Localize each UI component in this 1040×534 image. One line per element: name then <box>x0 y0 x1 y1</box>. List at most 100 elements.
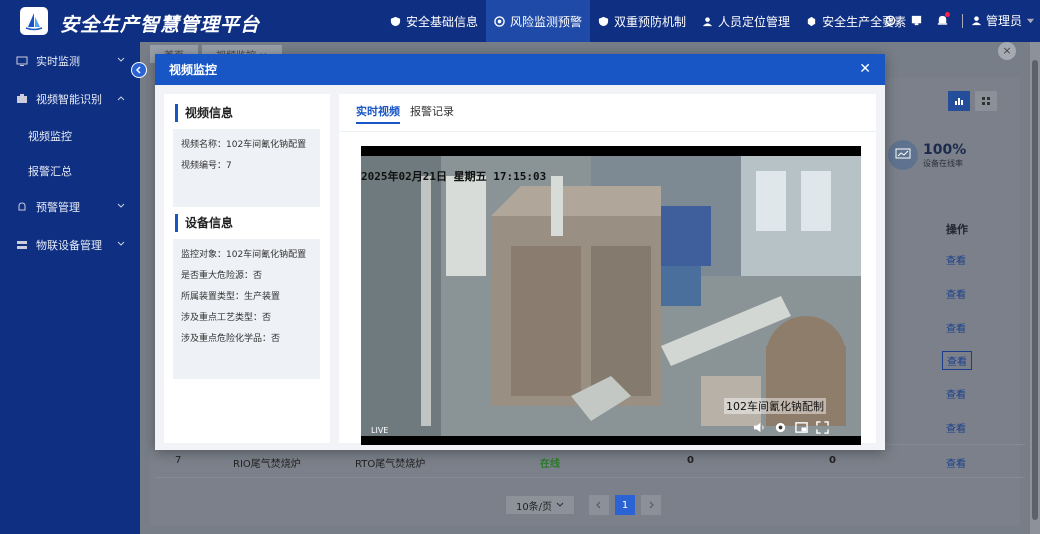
sidebar-item-warning[interactable]: 预警管理 <box>0 188 140 226</box>
row-status: 在线 <box>540 459 560 470</box>
settings-gear-icon[interactable] <box>884 14 897 27</box>
close-tabs-button[interactable]: × <box>998 42 1016 60</box>
grid-icon <box>982 97 990 105</box>
page-number[interactable]: 1 <box>615 495 635 515</box>
sidebar-item-label: 视频智能识别 <box>36 93 102 106</box>
modal-title: 视频监控 <box>169 63 218 77</box>
message-icon[interactable] <box>910 14 923 27</box>
view-link[interactable]: 查看 <box>946 455 966 470</box>
bell-icon <box>18 202 26 211</box>
major-hazard: 是否重大危险源：否 <box>181 271 263 281</box>
video-name: 视频名称：102车间氰化钠配置 <box>181 140 307 150</box>
pip-icon[interactable] <box>795 421 808 434</box>
sidebar-collapse-button[interactable] <box>131 62 147 78</box>
row-value-a: 0 <box>687 455 694 466</box>
fullscreen-icon[interactable] <box>816 421 829 434</box>
view-link[interactable]: 查看 <box>946 286 966 301</box>
view-link[interactable]: 查看 <box>946 386 966 401</box>
nav-safety-basic[interactable]: 安全基础信息 <box>382 0 486 42</box>
sidebar-item-label: 实时监测 <box>36 55 80 68</box>
nav-label: 风险监测预警 <box>510 14 583 29</box>
chevron-down-icon <box>556 502 564 507</box>
online-rate-stat: 100% 设备在线率 <box>888 140 966 170</box>
chevron-left-icon <box>135 66 141 74</box>
video-panel: 实时视频 报警记录 2025年02月21日 星期五 17:15:03 102车间… <box>339 94 876 445</box>
sidebar-item-realtime[interactable]: 实时监测 <box>0 42 140 80</box>
sidebar-item-alarm-summary[interactable]: 报警汇总 <box>0 153 140 188</box>
tab-live-video[interactable]: 实时视频 <box>356 103 400 124</box>
view-link[interactable]: 查看 <box>946 420 966 435</box>
monitor-icon <box>16 56 28 66</box>
nav-label: 安全基础信息 <box>406 14 479 29</box>
settings-icon[interactable] <box>774 421 787 434</box>
info-panel: 视频信息 视频名称：102车间氰化钠配置 视频编号：7 设备信息 监控对象：10… <box>164 94 330 443</box>
nav-label: 人员定位管理 <box>718 14 791 29</box>
sidebar-item-label: 视频监控 <box>28 129 72 143</box>
video-timestamp: 2025年02月21日 星期五 17:15:03 <box>361 170 547 183</box>
sidebar-item-video-ai[interactable]: 视频智能识别 <box>0 80 140 118</box>
view-toggle <box>948 91 997 111</box>
modal-header: 视频监控 ✕ <box>155 54 885 85</box>
nav-dual-prevention[interactable]: 双重预防机制 <box>590 0 694 42</box>
sidebar-item-video-monitor[interactable]: 视频监控 <box>0 118 140 153</box>
nav-personnel[interactable]: 人员定位管理 <box>694 0 798 42</box>
shield-icon <box>390 16 401 26</box>
device-info-title: 设备信息 <box>175 214 233 232</box>
key-chemical: 涉及重点危险化学品：否 <box>181 334 281 344</box>
row-index: 7 <box>175 455 182 466</box>
user-name: 管理员 <box>986 14 1023 28</box>
monitor-icon <box>494 15 505 27</box>
device-list-icon <box>17 241 27 249</box>
page-size-value: 10条/页 <box>515 501 553 513</box>
sidebar: 实时监测 视频智能识别 视频监控 报警汇总 预警管理 物联设备管理 <box>0 42 140 534</box>
bar-view-button[interactable] <box>948 91 970 111</box>
video-info-box: 视频名称：102车间氰化钠配置 视频编号：7 <box>173 129 320 207</box>
user-icon <box>971 16 982 26</box>
user-icon <box>702 16 713 26</box>
video-number: 视频编号：7 <box>181 161 232 171</box>
next-page-button[interactable] <box>641 495 661 515</box>
gear-icon <box>807 16 816 26</box>
user-menu[interactable]: 管理员 <box>971 12 1035 29</box>
chevron-left-icon <box>596 501 601 509</box>
row-type: RTO尾气焚烧炉 <box>355 459 426 470</box>
bell-icon[interactable] <box>936 12 950 27</box>
sidebar-item-iot[interactable]: 物联设备管理 <box>0 226 140 264</box>
view-link[interactable]: 查看 <box>946 320 966 335</box>
video-monitor-modal: 视频监控 ✕ 视频信息 视频名称：102车间氰化钠配置 视频编号：7 设备信息 … <box>155 54 885 450</box>
divider <box>962 13 963 28</box>
bar-chart-icon <box>955 98 963 105</box>
top-nav: 安全基础信息 风险监测预警 双重预防机制 人员定位管理 安全生产全要素 <box>382 0 914 42</box>
chevron-right-icon <box>649 501 654 509</box>
monitor-object: 监控对象：102车间氰化钠配置 <box>181 250 307 260</box>
ops-column-header: 操作 <box>946 223 968 236</box>
volume-icon[interactable] <box>753 421 766 434</box>
view-link[interactable]: 查看 <box>946 252 966 267</box>
sidebar-item-label: 报警汇总 <box>28 164 72 178</box>
notification-dot <box>945 12 950 17</box>
chevron-down-icon <box>117 203 125 208</box>
live-label: LIVE <box>371 426 389 435</box>
nav-label: 双重预防机制 <box>614 14 687 29</box>
screen-icon <box>888 140 918 170</box>
chevron-down-icon <box>117 57 125 62</box>
top-bar: 安全生产智慧管理平台 安全基础信息 风险监测预警 双重预防机制 人员定位管理 安… <box>0 0 1040 42</box>
tab-divider <box>339 131 876 132</box>
prev-page-button[interactable] <box>589 495 609 515</box>
video-controls <box>753 421 829 434</box>
video-player[interactable]: 2025年02月21日 星期五 17:15:03 102车间氰化钠配制 LIVE <box>361 146 861 445</box>
device-type: 所属装置类型：生产装置 <box>181 292 281 302</box>
pagination: 10条/页 1 <box>505 495 667 515</box>
row-value-b: 0 <box>829 455 836 466</box>
grid-view-button[interactable] <box>975 91 997 111</box>
view-link[interactable]: 查看 <box>942 351 972 370</box>
page-size-select[interactable]: 10条/页 <box>505 495 575 515</box>
app-title: 安全生产智慧管理平台 <box>60 14 261 36</box>
tab-alarm-records[interactable]: 报警记录 <box>410 103 454 124</box>
close-icon[interactable]: ✕ <box>859 61 871 77</box>
scrollbar-thumb[interactable] <box>1032 60 1038 520</box>
sidebar-item-label: 预警管理 <box>36 201 80 214</box>
video-tabs: 实时视频 报警记录 <box>356 103 464 124</box>
nav-risk-monitor[interactable]: 风险监测预警 <box>486 0 591 42</box>
online-rate-value: 100% <box>923 141 967 158</box>
